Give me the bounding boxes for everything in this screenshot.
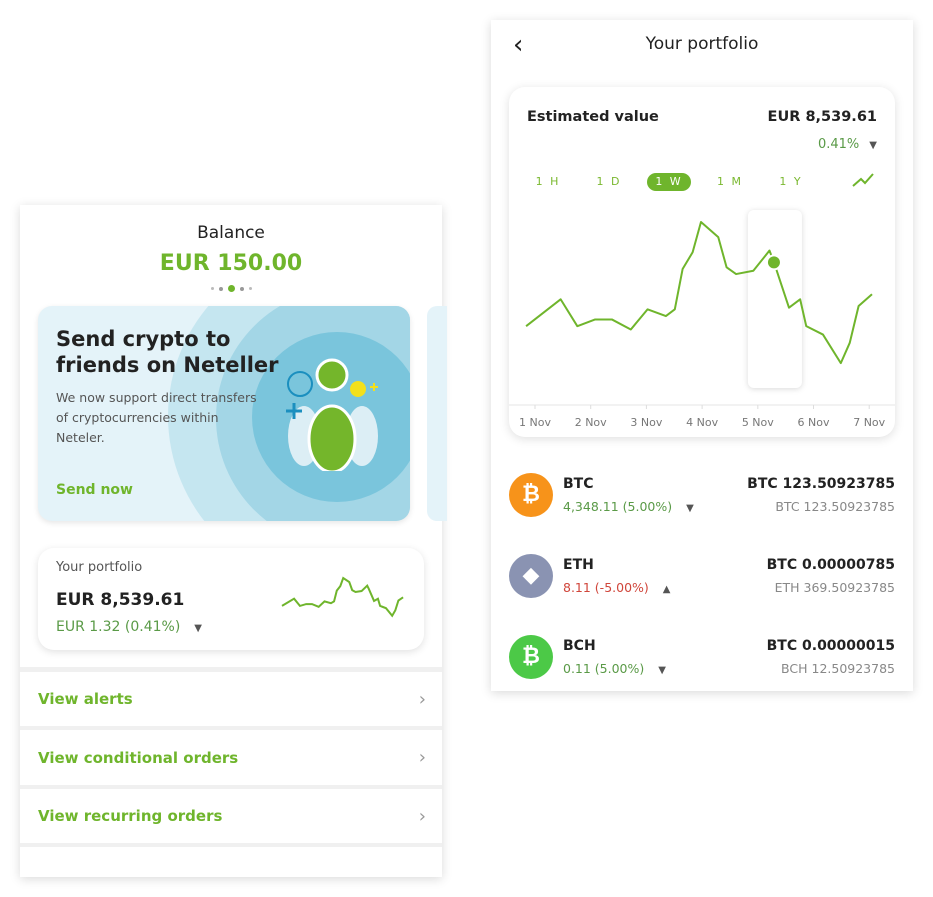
x-tick-label: 1 Nov [519,416,551,429]
home-screen: Balance EUR 150.00 Send crypto to friend… [20,205,447,877]
asset-sub-value: BTC 123.50923785 [775,499,895,514]
promo-card[interactable]: Send crypto to friends on Neteller We no… [38,306,410,521]
asset-sub-value: ETH 369.50923785 [774,580,895,595]
friends-illustration-icon [286,358,378,471]
carousel-dots[interactable] [20,285,442,292]
asset-change: 8.11 (-5.00%) ▲ [563,580,670,595]
send-now-link[interactable]: Send now [56,482,133,498]
asset-symbol: BTC [563,476,594,492]
menu-label: View conditional orders [38,748,239,767]
balance-label: Balance [197,223,265,243]
asset-symbol: ETH [563,557,594,573]
empty-row [20,847,442,877]
x-tick-label: 2 Nov [575,416,607,429]
ethereum-icon: ◆ [509,554,553,598]
bitcoin-icon: ₿ [509,473,553,517]
chart-hover-highlight [747,210,802,388]
selected-point[interactable] [765,254,782,271]
portfolio-change-text: EUR 1.32 (0.41%) [56,619,181,635]
chevron-right-icon: › [418,747,426,768]
asset-change: 4,348.11 (5.00%) ▼ [563,499,694,514]
asset-change-text: 0.11 (5.00%) [563,661,645,676]
x-tick-label: 4 Nov [686,416,718,429]
x-tick-label: 6 Nov [798,416,830,429]
caret-down-icon: ▼ [194,623,202,634]
view-alerts-row[interactable]: View alerts › [20,672,442,726]
x-tick-label: 3 Nov [630,416,662,429]
promo-title-line: Send crypto to [56,327,231,351]
next-promo-card[interactable] [427,306,447,521]
asset-row-bch[interactable]: ₿ BCH 0.11 (5.00%) ▼ BTC 0.00000015 BCH 1… [509,632,895,682]
promo-title-line: friends on Neteller [56,353,279,377]
portfolio-chart[interactable]: 1 Nov 2 Nov 3 Nov 4 Nov 5 Nov 6 Nov 7 Nov [509,87,895,437]
bitcoin-cash-icon: ₿ [509,635,553,679]
balance-value: EUR 150.00 [159,251,303,276]
asset-change: 0.11 (5.00%) ▼ [563,661,666,676]
asset-value: BTC 0.00000785 [766,557,895,573]
asset-row-eth[interactable]: ◆ ETH 8.11 (-5.00%) ▲ BTC 0.00000785 ETH … [509,551,895,601]
x-tick-label: 7 Nov [853,416,885,429]
sparkline-series [281,576,404,618]
asset-change-text: 4,348.11 (5.00%) [563,499,673,514]
asset-sub-value: BCH 12.50923785 [781,661,895,676]
caret-down-icon: ▼ [658,665,666,676]
chevron-right-icon: › [418,805,426,827]
page-title: Your portfolio [645,34,759,54]
asset-row-btc[interactable]: ₿ BTC 4,348.11 (5.00%) ▼ BTC 123.50923785… [509,470,895,520]
x-tick-label: 5 Nov [742,416,774,429]
chevron-right-icon: › [418,688,426,710]
asset-change-text: 8.11 (-5.00%) [563,580,649,595]
portfolio-sparkline [281,576,404,618]
portfolio-label: Your portfolio [56,560,143,575]
asset-value: BTC 0.00000015 [766,638,895,654]
promo-body: We now support direct transfers of crypt… [56,390,257,445]
portfolio-value: EUR 8,539.61 [56,590,185,610]
asset-value: BTC 123.50923785 [747,476,895,492]
view-recurring-orders-row[interactable]: View recurring orders › [20,789,442,843]
caret-down-icon: ▼ [686,503,694,514]
view-conditional-orders-row[interactable]: View conditional orders › [20,730,442,785]
estimated-value-card: Estimated value EUR 8,539.61 0.41% ▼ 1 H … [509,87,895,437]
menu-label: View recurring orders [38,807,223,825]
portfolio-card[interactable]: Your portfolio EUR 8,539.61 EUR 1.32 (0.… [38,548,424,650]
series-line [525,221,873,365]
menu-label: View alerts [38,690,133,708]
promo-title: Send crypto to friends on Neteller [56,326,279,378]
portfolio-screen: ‹ Your portfolio Estimated value EUR 8,5… [491,20,913,691]
portfolio-change: EUR 1.32 (0.41%) ▼ [56,619,202,635]
caret-up-icon: ▲ [662,584,671,595]
asset-symbol: BCH [563,638,596,654]
